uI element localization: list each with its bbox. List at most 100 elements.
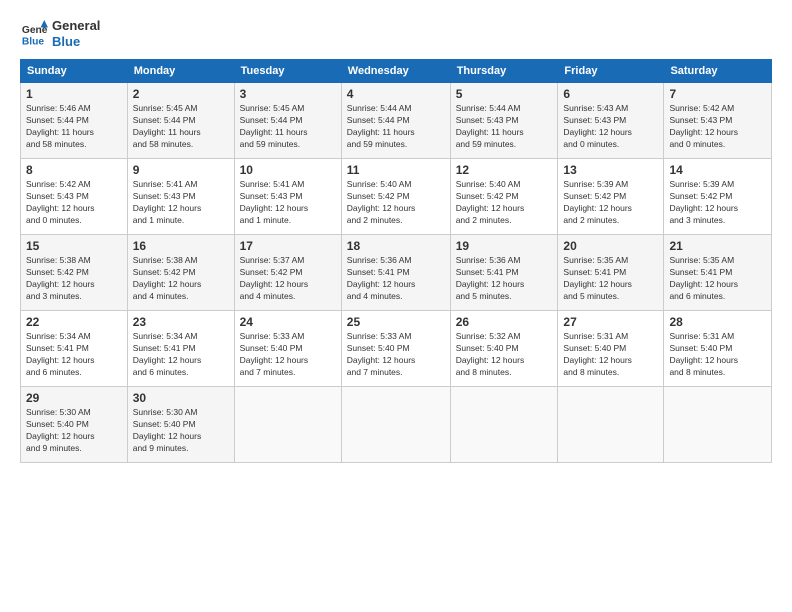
day-info: Sunrise: 5:44 AMSunset: 5:43 PMDaylight:…	[456, 103, 553, 151]
calendar-cell: 12 Sunrise: 5:40 AMSunset: 5:42 PMDayligh…	[450, 159, 558, 235]
day-info: Sunrise: 5:33 AMSunset: 5:40 PMDaylight:…	[347, 331, 445, 379]
day-info: Sunrise: 5:30 AMSunset: 5:40 PMDaylight:…	[133, 407, 229, 455]
day-info: Sunrise: 5:34 AMSunset: 5:41 PMDaylight:…	[133, 331, 229, 379]
column-header-sunday: Sunday	[21, 60, 128, 83]
calendar-header-row: SundayMondayTuesdayWednesdayThursdayFrid…	[21, 60, 772, 83]
day-number: 22	[26, 315, 122, 329]
day-number: 1	[26, 87, 122, 101]
day-info: Sunrise: 5:41 AMSunset: 5:43 PMDaylight:…	[240, 179, 336, 227]
day-number: 30	[133, 391, 229, 405]
day-number: 2	[133, 87, 229, 101]
day-number: 4	[347, 87, 445, 101]
calendar-cell: 14 Sunrise: 5:39 AMSunset: 5:42 PMDayligh…	[664, 159, 772, 235]
column-header-tuesday: Tuesday	[234, 60, 341, 83]
calendar-cell: 27Sunrise: 5:31 AMSunset: 5:40 PMDayligh…	[558, 311, 664, 387]
column-header-saturday: Saturday	[664, 60, 772, 83]
day-number: 20	[563, 239, 658, 253]
day-info: Sunrise: 5:42 AMSunset: 5:43 PMDaylight:…	[26, 179, 122, 227]
day-info: Sunrise: 5:35 AMSunset: 5:41 PMDaylight:…	[563, 255, 658, 303]
calendar-cell: 4 Sunrise: 5:44 AMSunset: 5:44 PMDaylight…	[341, 83, 450, 159]
day-number: 29	[26, 391, 122, 405]
day-number: 18	[347, 239, 445, 253]
calendar-cell	[341, 387, 450, 463]
day-info: Sunrise: 5:32 AMSunset: 5:40 PMDaylight:…	[456, 331, 553, 379]
calendar-cell: 24Sunrise: 5:33 AMSunset: 5:40 PMDayligh…	[234, 311, 341, 387]
calendar-cell	[234, 387, 341, 463]
day-number: 15	[26, 239, 122, 253]
day-number: 12	[456, 163, 553, 177]
calendar-cell: 19 Sunrise: 5:36 AMSunset: 5:41 PMDayligh…	[450, 235, 558, 311]
day-info: Sunrise: 5:42 AMSunset: 5:43 PMDaylight:…	[669, 103, 766, 151]
calendar-cell: 22 Sunrise: 5:34 AMSunset: 5:41 PMDayligh…	[21, 311, 128, 387]
column-header-friday: Friday	[558, 60, 664, 83]
calendar-cell: 9 Sunrise: 5:41 AMSunset: 5:43 PMDaylight…	[127, 159, 234, 235]
day-number: 5	[456, 87, 553, 101]
calendar-cell: 16 Sunrise: 5:38 AMSunset: 5:42 PMDayligh…	[127, 235, 234, 311]
day-number: 16	[133, 239, 229, 253]
calendar-cell	[664, 387, 772, 463]
calendar-cell: 26 Sunrise: 5:32 AMSunset: 5:40 PMDayligh…	[450, 311, 558, 387]
day-number: 17	[240, 239, 336, 253]
page-header: General Blue General Blue	[20, 18, 772, 49]
column-header-wednesday: Wednesday	[341, 60, 450, 83]
day-number: 28	[669, 315, 766, 329]
day-info: Sunrise: 5:38 AMSunset: 5:42 PMDaylight:…	[133, 255, 229, 303]
calendar-cell: 6 Sunrise: 5:43 AMSunset: 5:43 PMDaylight…	[558, 83, 664, 159]
day-info: Sunrise: 5:41 AMSunset: 5:43 PMDaylight:…	[133, 179, 229, 227]
calendar-cell: 21Sunrise: 5:35 AMSunset: 5:41 PMDayligh…	[664, 235, 772, 311]
calendar-cell: 11 Sunrise: 5:40 AMSunset: 5:42 PMDayligh…	[341, 159, 450, 235]
calendar-cell	[450, 387, 558, 463]
day-info: Sunrise: 5:46 AMSunset: 5:44 PMDaylight:…	[26, 103, 122, 151]
calendar-cell	[558, 387, 664, 463]
calendar-cell: 5 Sunrise: 5:44 AMSunset: 5:43 PMDaylight…	[450, 83, 558, 159]
calendar-cell: 29Sunrise: 5:30 AMSunset: 5:40 PMDayligh…	[21, 387, 128, 463]
calendar-week-4: 22 Sunrise: 5:34 AMSunset: 5:41 PMDayligh…	[21, 311, 772, 387]
calendar-cell: 15 Sunrise: 5:38 AMSunset: 5:42 PMDayligh…	[21, 235, 128, 311]
logo-icon: General Blue	[20, 20, 48, 48]
day-info: Sunrise: 5:31 AMSunset: 5:40 PMDaylight:…	[669, 331, 766, 379]
day-info: Sunrise: 5:31 AMSunset: 5:40 PMDaylight:…	[563, 331, 658, 379]
day-number: 19	[456, 239, 553, 253]
day-number: 7	[669, 87, 766, 101]
calendar-cell: 23Sunrise: 5:34 AMSunset: 5:41 PMDayligh…	[127, 311, 234, 387]
calendar-cell: 3Sunrise: 5:45 AMSunset: 5:44 PMDaylight…	[234, 83, 341, 159]
calendar-cell: 25 Sunrise: 5:33 AMSunset: 5:40 PMDayligh…	[341, 311, 450, 387]
logo: General Blue General Blue	[20, 18, 100, 49]
day-info: Sunrise: 5:35 AMSunset: 5:41 PMDaylight:…	[669, 255, 766, 303]
calendar-week-2: 8Sunrise: 5:42 AMSunset: 5:43 PMDaylight…	[21, 159, 772, 235]
day-info: Sunrise: 5:36 AMSunset: 5:41 PMDaylight:…	[456, 255, 553, 303]
day-number: 13	[563, 163, 658, 177]
day-number: 14	[669, 163, 766, 177]
day-number: 25	[347, 315, 445, 329]
calendar-cell: 10 Sunrise: 5:41 AMSunset: 5:43 PMDayligh…	[234, 159, 341, 235]
day-info: Sunrise: 5:44 AMSunset: 5:44 PMDaylight:…	[347, 103, 445, 151]
day-info: Sunrise: 5:39 AMSunset: 5:42 PMDaylight:…	[563, 179, 658, 227]
day-info: Sunrise: 5:39 AMSunset: 5:42 PMDaylight:…	[669, 179, 766, 227]
calendar-table: SundayMondayTuesdayWednesdayThursdayFrid…	[20, 59, 772, 463]
calendar-week-5: 29 Sunrise: 5:30 AMSunset: 5:40 PMDayligh…	[21, 387, 772, 463]
day-info: Sunrise: 5:43 AMSunset: 5:43 PMDaylight:…	[563, 103, 658, 151]
calendar-body: 1 Sunrise: 5:46 AMSunset: 5:44 PMDaylight…	[21, 83, 772, 463]
calendar-cell: 2 Sunrise: 5:45 AMSunset: 5:44 PMDaylight…	[127, 83, 234, 159]
calendar-cell: 20 Sunrise: 5:35 AMSunset: 5:41 PMDayligh…	[558, 235, 664, 311]
day-info: Sunrise: 5:40 AMSunset: 5:42 PMDaylight:…	[456, 179, 553, 227]
day-number: 10	[240, 163, 336, 177]
calendar-cell: 13 Sunrise: 5:39 AMSunset: 5:42 PMDayligh…	[558, 159, 664, 235]
day-number: 9	[133, 163, 229, 177]
calendar-cell: 17Sunrise: 5:37 AMSunset: 5:42 PMDayligh…	[234, 235, 341, 311]
day-number: 11	[347, 163, 445, 177]
day-info: Sunrise: 5:45 AMSunset: 5:44 PMDaylight:…	[133, 103, 229, 151]
day-info: Sunrise: 5:34 AMSunset: 5:41 PMDaylight:…	[26, 331, 122, 379]
calendar-cell: 1 Sunrise: 5:46 AMSunset: 5:44 PMDaylight…	[21, 83, 128, 159]
day-info: Sunrise: 5:40 AMSunset: 5:42 PMDaylight:…	[347, 179, 445, 227]
day-number: 26	[456, 315, 553, 329]
logo-line1: General	[52, 18, 100, 34]
column-header-monday: Monday	[127, 60, 234, 83]
calendar-cell: 7 Sunrise: 5:42 AMSunset: 5:43 PMDaylight…	[664, 83, 772, 159]
day-info: Sunrise: 5:38 AMSunset: 5:42 PMDaylight:…	[26, 255, 122, 303]
calendar-week-1: 1 Sunrise: 5:46 AMSunset: 5:44 PMDaylight…	[21, 83, 772, 159]
day-number: 3	[240, 87, 336, 101]
calendar-cell: 30 Sunrise: 5:30 AMSunset: 5:40 PMDayligh…	[127, 387, 234, 463]
calendar-week-3: 15 Sunrise: 5:38 AMSunset: 5:42 PMDayligh…	[21, 235, 772, 311]
day-number: 6	[563, 87, 658, 101]
